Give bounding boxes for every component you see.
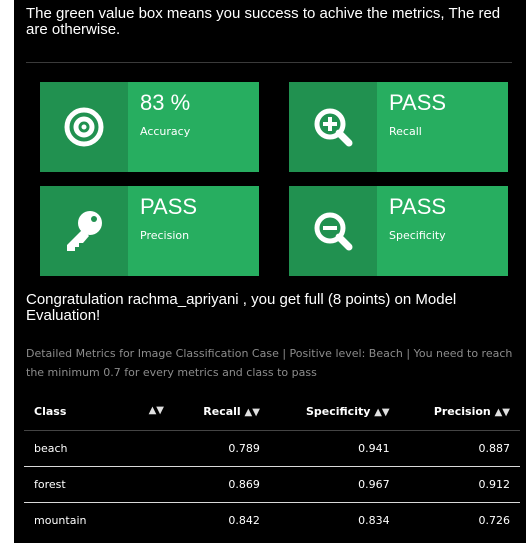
specificity-box: PASS Specificity <box>289 186 508 276</box>
table-row: mountain 0.842 0.834 0.726 <box>24 502 520 538</box>
sort-icon: ▲▼ <box>374 406 390 418</box>
zoom-in-icon <box>289 82 377 172</box>
recall-box: PASS Recall <box>289 82 508 172</box>
specificity-label: Specificity <box>389 229 446 242</box>
header-class[interactable]: Class ▲▼ <box>24 392 174 431</box>
sort-icon: ▲▼ <box>148 404 164 416</box>
divider <box>26 62 512 63</box>
specificity-value: PASS <box>389 194 447 219</box>
accuracy-value: 83 % <box>140 90 191 115</box>
accuracy-label: Accuracy <box>140 125 191 138</box>
precision-label: Precision <box>140 229 190 242</box>
header-recall[interactable]: Recall ▲▼ <box>174 392 270 431</box>
class-cell: forest <box>24 466 174 503</box>
precision-cell: 0.726 <box>399 502 520 538</box>
specificity-cell: 0.834 <box>269 502 400 538</box>
precision-box: PASS Precision <box>40 186 259 276</box>
table-row: beach 0.789 0.941 0.887 <box>24 430 520 467</box>
recall-cell: 0.869 <box>174 466 270 503</box>
recall-value: PASS <box>389 90 447 115</box>
recall-cell: 0.789 <box>174 430 270 467</box>
target-icon <box>40 82 128 172</box>
class-cell: beach <box>24 430 174 467</box>
intro-text: The green value box means you success to… <box>26 5 501 38</box>
sort-icon: ▲▼ <box>494 406 510 418</box>
accuracy-box: 83 % Accuracy <box>40 82 259 172</box>
results-panel: The green value box means you success to… <box>14 0 526 543</box>
sort-icon: ▲▼ <box>244 406 260 418</box>
metrics-table: Class ▲▼ Recall ▲▼ Specificity ▲▼ Precis… <box>24 392 520 538</box>
precision-value: PASS <box>140 194 198 219</box>
recall-label: Recall <box>389 125 422 138</box>
precision-cell: 0.912 <box>399 466 520 503</box>
specificity-cell: 0.967 <box>269 466 400 503</box>
class-cell: mountain <box>24 502 174 538</box>
table-row: forest 0.869 0.967 0.912 <box>24 466 520 503</box>
header-specificity[interactable]: Specificity ▲▼ <box>270 392 400 431</box>
precision-cell: 0.887 <box>399 430 520 467</box>
congrats-message: Congratulation rachma_apriyani , you get… <box>26 291 457 324</box>
zoom-out-icon <box>289 186 377 276</box>
header-precision[interactable]: Precision ▲▼ <box>400 392 520 431</box>
detail-description: Detailed Metrics for Image Classificatio… <box>26 347 513 379</box>
key-icon <box>40 186 128 276</box>
specificity-cell: 0.941 <box>269 430 400 467</box>
recall-cell: 0.842 <box>174 502 270 538</box>
